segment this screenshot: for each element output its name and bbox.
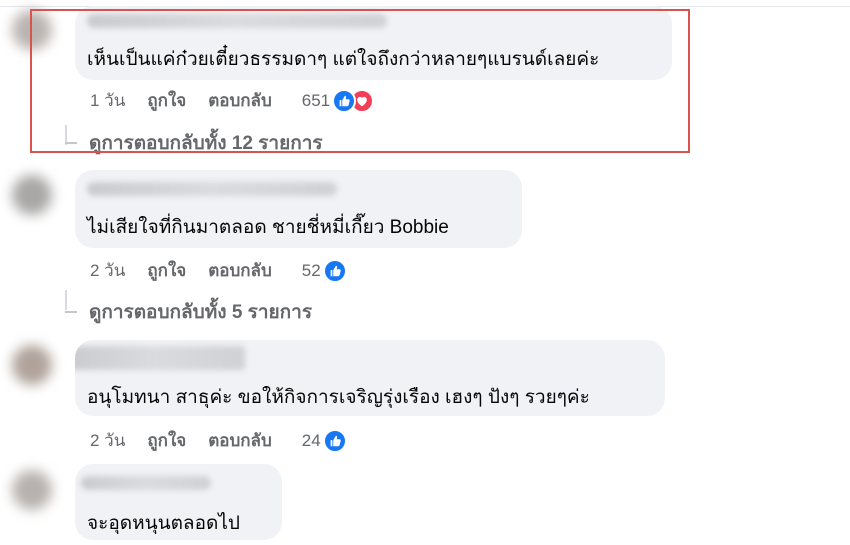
like-button[interactable]: ถูกใจ [147,87,186,114]
comment-bubble: เห็นเป็นแค่ก๋วยเตี๋ยวธรรมดาๆ แต่ใจถึงกว่… [75,6,672,80]
view-replies-label: ดูการตอบกลับทั้ง 5 รายการ [89,302,313,323]
author-name-redacted[interactable] [75,346,245,370]
author-name-redacted[interactable] [87,14,387,28]
avatar[interactable] [12,10,52,50]
comment-time[interactable]: 2 วัน [90,257,125,284]
view-replies-link[interactable]: ดูการตอบกลับทั้ง 12 รายการ [65,128,323,158]
comment-bubble: ไม่เสียใจที่กินมาตลอด ชายชี่หมี่เกี๊ยว B… [75,170,522,248]
comment-actions: 1 วัน ถูกใจ ตอบกลับ 651 [90,87,375,114]
reaction-summary[interactable]: 52 [302,258,347,284]
comment-text: ไม่เสียใจที่กินมาตลอด ชายชี่หมี่เกี๊ยว B… [87,217,449,238]
comment-text: จะอุดหนุนตลอดไป [87,513,240,534]
comment-bubble: จะอุดหนุนตลอดไป [75,464,282,540]
reply-dash [65,142,77,144]
reaction-summary[interactable]: 651 [301,88,375,114]
like-icon [322,258,347,283]
reaction-count: 651 [301,90,331,110]
avatar[interactable] [12,175,52,215]
author-name-redacted[interactable] [81,476,211,490]
avatar[interactable] [12,345,52,385]
reaction-count: 52 [301,260,321,280]
comment-text: อนุโมทนา สาธุค่ะ ขอให้กิจการเจริญรุ่งเรื… [87,387,590,408]
comment-bubble: อนุโมทนา สาธุค่ะ ขอให้กิจการเจริญรุ่งเรื… [75,340,665,416]
like-icon [322,428,347,453]
like-button[interactable]: ถูกใจ [147,257,186,284]
reaction-count: 24 [301,430,321,450]
comment-actions: 2 วัน ถูกใจ ตอบกลับ 24 [90,427,347,454]
like-icon [332,88,357,113]
comment-time[interactable]: 2 วัน [90,427,125,454]
reply-button[interactable]: ตอบกลับ [208,87,272,114]
comment-actions: 2 วัน ถูกใจ ตอบกลับ 52 [90,257,347,284]
like-button[interactable]: ถูกใจ [147,427,186,454]
comment-time[interactable]: 1 วัน [90,87,125,114]
reply-button[interactable]: ตอบกลับ [208,257,272,284]
view-replies-link[interactable]: ดูการตอบกลับทั้ง 5 รายการ [65,297,312,327]
view-replies-label: ดูการตอบกลับทั้ง 12 รายการ [89,133,323,154]
reply-dash [65,311,77,313]
reply-button[interactable]: ตอบกลับ [208,427,272,454]
comment-text: เห็นเป็นแค่ก๋วยเตี๋ยวธรรมดาๆ แต่ใจถึงกว่… [87,49,600,70]
reaction-summary[interactable]: 24 [302,428,347,454]
avatar[interactable] [12,470,52,510]
author-name-redacted[interactable] [87,182,337,196]
